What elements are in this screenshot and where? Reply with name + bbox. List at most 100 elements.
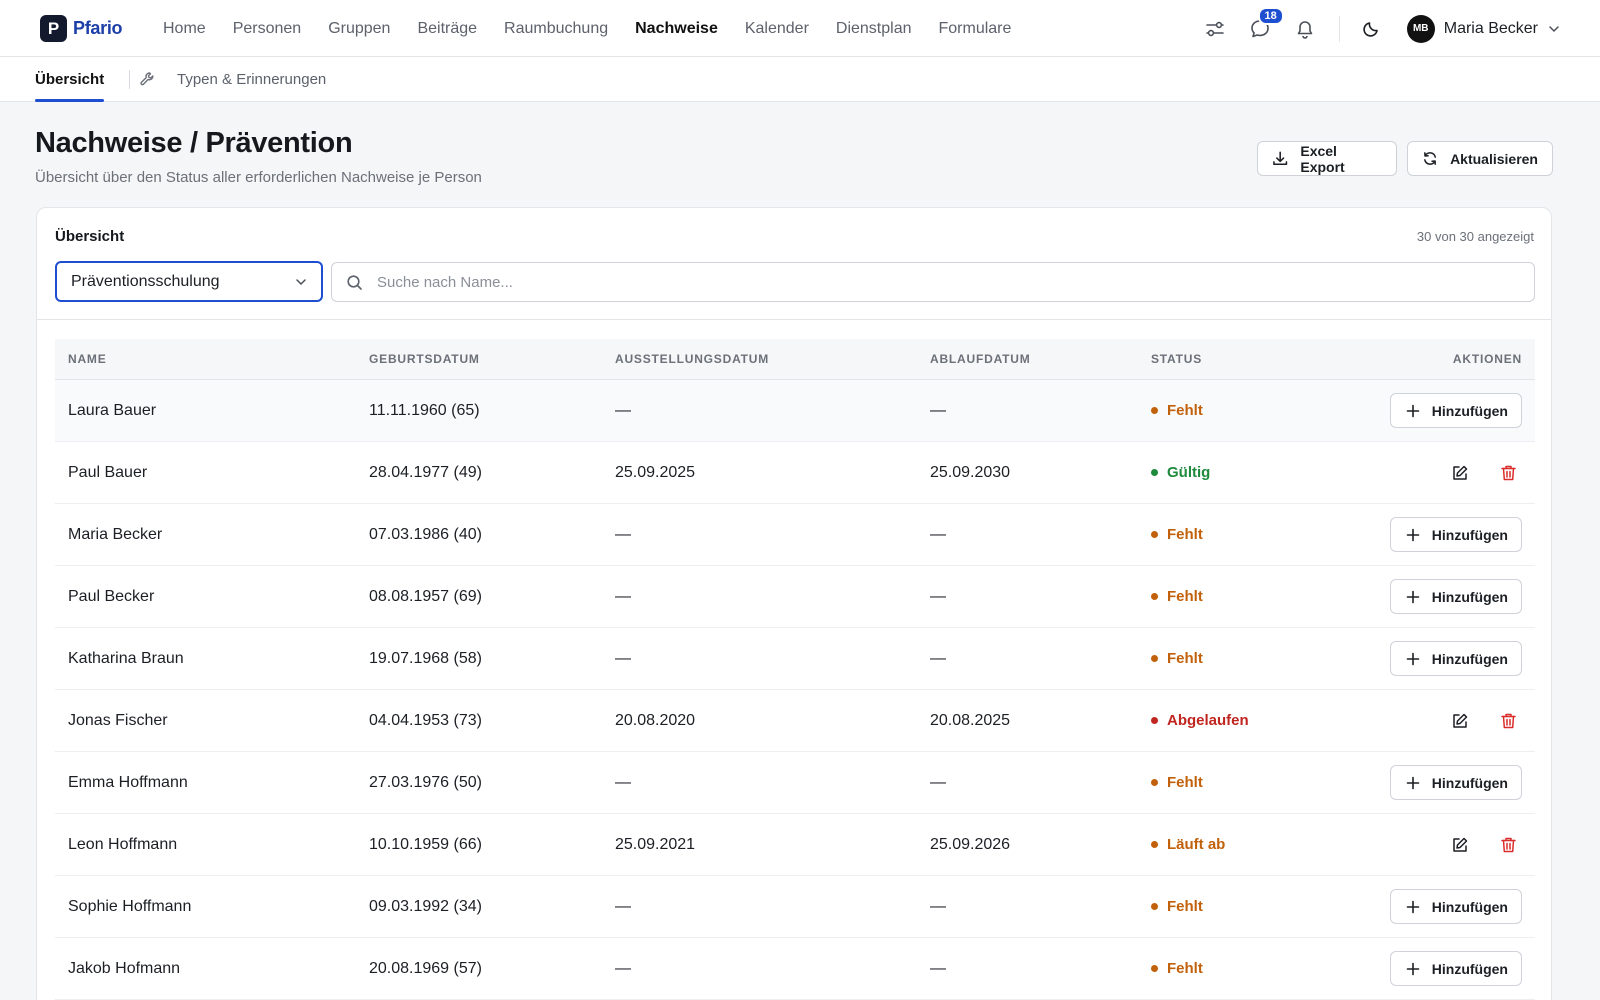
status-dot [1151,407,1158,414]
nav-item-formulare[interactable]: Formulare [939,20,1012,38]
status-dot [1151,717,1158,724]
add-button[interactable]: Hinzufügen [1389,889,1522,924]
status-text: Fehlt [1167,526,1203,543]
nav-item-nachweise[interactable]: Nachweise [635,20,718,38]
table-row[interactable]: Jakob Hofmann 20.08.1969 (57) — — Fehlt Hinzu… [55,938,1535,1000]
plus-icon [1406,590,1420,603]
excel-export-label: Excel Export [1300,142,1345,175]
status-dot [1151,903,1158,910]
tab-overview[interactable]: Übersicht [35,57,105,102]
nav-item-kalender[interactable]: Kalender [745,20,809,38]
add-button[interactable]: Hinzufügen [1389,579,1522,614]
moon-icon [1363,21,1378,37]
table-row[interactable]: Emma Hoffmann 27.03.1976 (50) — — Fehlt Hinzu… [55,752,1535,814]
proofs-table: NAME GEBURTSDATUM AUSSTELLUNGSDATUM ABLA… [55,339,1535,1000]
search-input[interactable] [377,273,1520,291]
cell-expiry-date: 25.09.2030 [930,463,1011,481]
row-actions: Hinzufügen [1389,566,1522,627]
trash-icon [1500,713,1516,728]
status-badge: Abgelaufen [1151,690,1249,751]
add-button[interactable]: Hinzufügen [1389,393,1522,428]
cell-birthdate: 10.10.1959 (66) [369,835,482,853]
trash-icon [1500,837,1516,852]
cell-expiry-date: — [930,649,946,667]
logo-text: Pfario [73,18,123,38]
nav-item-home[interactable]: Home [163,20,206,38]
app-logo[interactable]: P Pfario [40,15,123,42]
cell-expiry-date: 25.09.2026 [930,835,1011,853]
add-button[interactable]: Hinzufügen [1389,951,1522,986]
tab-types-reminders[interactable]: Typen & Erinnerungen [177,57,326,102]
add-button-label: Hinzufügen [1431,402,1508,419]
cell-name: Paul Becker [68,587,155,605]
edit-button[interactable] [1446,459,1474,487]
table-row[interactable]: Maria Becker 07.03.1986 (40) — — Fehlt Hinzuf… [55,504,1535,566]
edit-button[interactable] [1446,831,1474,859]
column-header-birthdate[interactable]: GEBURTSDATUM [369,352,480,366]
wrench-icon[interactable] [139,71,155,87]
status-badge: Fehlt [1151,938,1203,999]
top-navigation-bar: P Pfario Home Personen Gruppen Beiträge Raum… [0,0,1600,57]
cell-birthdate: 20.08.1969 (57) [369,959,482,977]
add-button-label: Hinzufügen [1431,526,1508,543]
add-button[interactable]: Hinzufügen [1389,517,1522,552]
delete-button[interactable] [1494,831,1522,859]
edit-button[interactable] [1446,707,1474,735]
delete-button[interactable] [1494,707,1522,735]
table-body: Laura Bauer 11.11.1960 (65) — — Fehlt Hinzufü… [55,380,1535,1000]
cell-expiry-date: — [930,773,946,791]
add-button[interactable]: Hinzufügen [1389,765,1522,800]
nav-item-gruppen[interactable]: Gruppen [328,20,390,38]
search-icon [347,274,362,290]
table-row[interactable]: Paul Becker 08.08.1957 (69) — — Fehlt Hinzufü… [55,566,1535,628]
result-count: 30 von 30 angezeigt [1416,229,1534,244]
table-row[interactable]: Paul Bauer 28.04.1977 (49) 25.09.2025 25.09… [55,442,1535,504]
dark-mode-toggle[interactable] [1357,15,1385,43]
cell-birthdate: 08.08.1957 (69) [369,587,482,605]
row-actions [1446,814,1522,875]
add-button[interactable]: Hinzufügen [1389,641,1522,676]
status-dot [1151,779,1158,786]
delete-button[interactable] [1494,459,1522,487]
cell-birthdate: 11.11.1960 (65) [369,401,480,419]
nav-item-personen[interactable]: Personen [233,20,302,38]
table-row[interactable]: Laura Bauer 11.11.1960 (65) — — Fehlt Hinzufü… [55,380,1535,442]
proof-type-select-value: Präventionsschulung [71,272,220,290]
messages-button[interactable]: 18 [1246,6,1284,43]
page-title: Nachweise / Prävention [35,127,353,159]
column-header-name[interactable]: NAME [68,352,107,366]
column-header-status[interactable]: STATUS [1151,352,1202,366]
table-row[interactable]: Jonas Fischer 04.04.1953 (73) 20.08.2020 20… [55,690,1535,752]
user-name[interactable]: Maria Becker [1444,20,1538,38]
add-button-label: Hinzufügen [1431,898,1508,915]
plus-icon [1406,900,1420,913]
status-badge: Fehlt [1151,566,1203,627]
nav-item-dienstplan[interactable]: Dienstplan [836,20,912,38]
status-badge: Fehlt [1151,504,1203,565]
status-dot [1151,965,1158,972]
row-actions: Hinzufügen [1389,938,1522,999]
download-icon [1273,151,1288,166]
column-header-expiry-date[interactable]: ABLAUFDATUM [930,352,1031,366]
excel-export-button[interactable]: Excel Export [1257,141,1397,176]
refresh-button[interactable]: Aktualisieren [1407,141,1553,176]
cell-birthdate: 27.03.1976 (50) [369,773,482,791]
search-field[interactable] [331,262,1535,302]
table-row[interactable]: Katharina Braun 19.07.1968 (58) — — Fehlt Hin… [55,628,1535,690]
nav-item-beiträge[interactable]: Beiträge [417,20,477,38]
proof-type-select[interactable]: Präventionsschulung [55,261,323,302]
nav-item-raumbuchung[interactable]: Raumbuchung [504,20,608,38]
add-button-label: Hinzufügen [1431,774,1508,791]
filter-settings-button[interactable] [1201,15,1229,43]
status-badge: Läuft ab [1151,814,1225,875]
table-row[interactable]: Leon Hoffmann 10.10.1959 (66) 25.09.2021 25… [55,814,1535,876]
status-text: Fehlt [1167,960,1203,977]
table-row[interactable]: Sophie Hoffmann 09.03.1992 (34) — — Fehlt Hin… [55,876,1535,938]
chevron-down-icon[interactable] [1548,23,1560,35]
cell-birthdate: 07.03.1986 (40) [369,525,482,543]
cell-expiry-date: — [930,401,946,419]
notifications-button[interactable] [1291,15,1319,43]
user-avatar[interactable]: MB [1406,14,1435,43]
row-actions: Hinzufügen [1389,380,1522,441]
column-header-issue-date[interactable]: AUSSTELLUNGSDATUM [615,352,769,366]
